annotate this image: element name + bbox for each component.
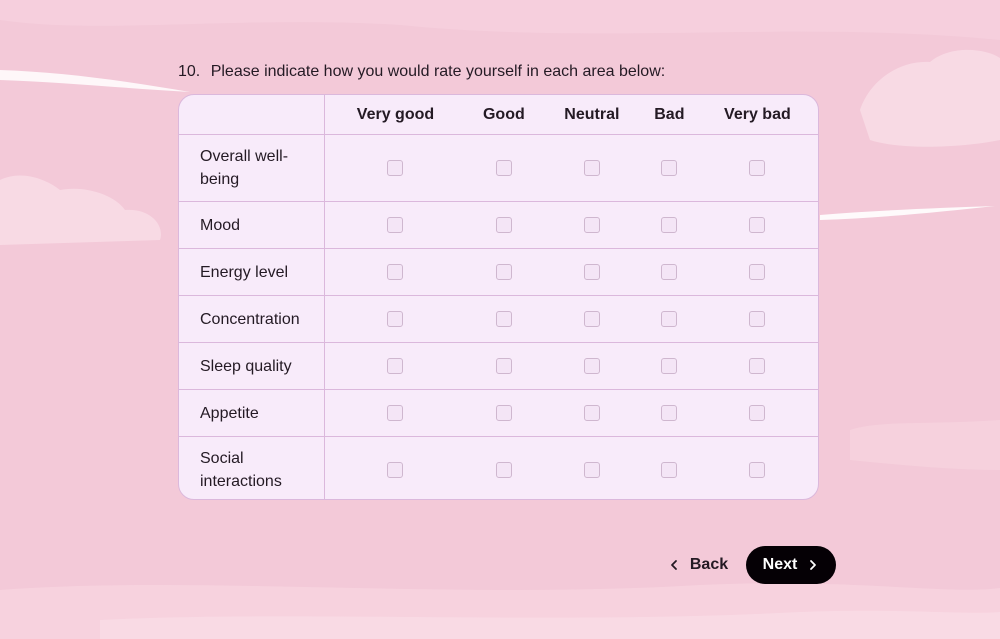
checkbox-energy-level-very-bad[interactable] — [749, 263, 766, 280]
question-title: 10. Please indicate how you would rate y… — [178, 63, 665, 81]
row-label: Overall well-being — [179, 134, 325, 202]
checkbox-sleep-quality-very-bad[interactable] — [749, 357, 766, 374]
checkbox-concentration-neutral[interactable] — [583, 310, 600, 327]
column-header-neutral: Neutral — [541, 95, 642, 135]
matrix-row-mood: Mood — [179, 201, 818, 249]
matrix-row-sleep-quality: Sleep quality — [179, 342, 818, 390]
checkbox-social-interactions-very-bad[interactable] — [749, 461, 766, 478]
row-label: Sleep quality — [179, 342, 325, 390]
checkbox-mood-very-bad[interactable] — [749, 216, 766, 233]
checkbox-concentration-very-good[interactable] — [387, 310, 404, 327]
checkbox-appetite-good[interactable] — [495, 404, 512, 421]
checkbox-concentration-bad[interactable] — [661, 310, 678, 327]
matrix-row-overall-well-being: Overall well-being — [179, 134, 818, 202]
checkbox-social-interactions-bad[interactable] — [661, 461, 678, 478]
checkbox-mood-bad[interactable] — [661, 216, 678, 233]
checkbox-concentration-good[interactable] — [495, 310, 512, 327]
checkbox-social-interactions-neutral[interactable] — [583, 461, 600, 478]
next-button-label: Next — [762, 556, 798, 573]
checkbox-overall-well-being-very-good[interactable] — [387, 159, 404, 176]
next-button[interactable]: Next — [746, 546, 836, 584]
checkbox-energy-level-good[interactable] — [495, 263, 512, 280]
matrix-row-appetite: Appetite — [179, 389, 818, 437]
row-label: Social interactions — [179, 436, 325, 499]
matrix-header-row: Very good Good Neutral Bad Very bad — [179, 95, 818, 135]
checkbox-sleep-quality-good[interactable] — [495, 357, 512, 374]
rating-matrix: Very good Good Neutral Bad Very bad Over… — [178, 94, 819, 500]
row-label: Mood — [179, 201, 325, 249]
checkbox-energy-level-very-good[interactable] — [387, 263, 404, 280]
row-label: Concentration — [179, 295, 325, 343]
checkbox-social-interactions-very-good[interactable] — [387, 461, 404, 478]
checkbox-overall-well-being-neutral[interactable] — [583, 159, 600, 176]
chevron-right-icon — [810, 560, 817, 570]
chevron-left-icon — [670, 560, 677, 570]
column-header-very-bad: Very bad — [696, 95, 818, 135]
column-header-good: Good — [465, 95, 542, 135]
matrix-corner-cell — [179, 95, 325, 135]
back-button[interactable]: Back — [662, 546, 734, 584]
question-number: 10. — [178, 63, 201, 80]
checkbox-overall-well-being-bad[interactable] — [661, 159, 678, 176]
checkbox-appetite-very-good[interactable] — [387, 404, 404, 421]
column-header-very-good: Very good — [324, 95, 466, 135]
column-header-bad: Bad — [641, 95, 697, 135]
row-label: Energy level — [179, 248, 325, 296]
row-label: Appetite — [179, 389, 325, 437]
checkbox-appetite-neutral[interactable] — [583, 404, 600, 421]
matrix-row-social-interactions: Social interactions — [179, 436, 818, 499]
question-text: Please indicate how you would rate yours… — [210, 63, 666, 80]
checkbox-concentration-very-bad[interactable] — [749, 310, 766, 327]
matrix-row-energy-level: Energy level — [179, 248, 818, 296]
checkbox-energy-level-neutral[interactable] — [583, 263, 600, 280]
checkbox-sleep-quality-neutral[interactable] — [583, 357, 600, 374]
checkbox-mood-good[interactable] — [495, 216, 512, 233]
checkbox-sleep-quality-bad[interactable] — [661, 357, 678, 374]
checkbox-appetite-very-bad[interactable] — [749, 404, 766, 421]
checkbox-mood-neutral[interactable] — [583, 216, 600, 233]
back-button-label: Back — [689, 556, 729, 573]
checkbox-appetite-bad[interactable] — [661, 404, 678, 421]
matrix-row-concentration: Concentration — [179, 295, 818, 343]
checkbox-energy-level-bad[interactable] — [661, 263, 678, 280]
checkbox-overall-well-being-good[interactable] — [495, 159, 512, 176]
checkbox-social-interactions-good[interactable] — [495, 461, 512, 478]
checkbox-overall-well-being-very-bad[interactable] — [749, 159, 766, 176]
checkbox-sleep-quality-very-good[interactable] — [387, 357, 404, 374]
checkbox-mood-very-good[interactable] — [387, 216, 404, 233]
